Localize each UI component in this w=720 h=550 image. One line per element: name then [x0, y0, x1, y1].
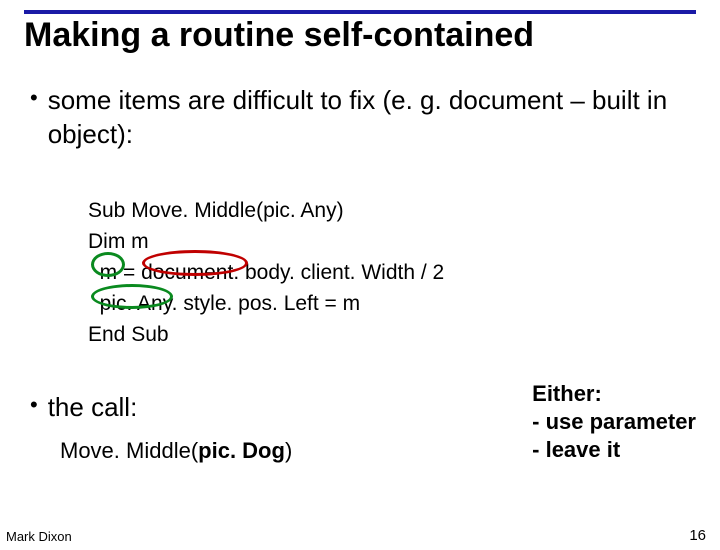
- title-rule: [24, 10, 696, 14]
- code-block: Sub Move. Middle(pic. Any) Dim m m = doc…: [88, 195, 696, 350]
- bullet-list: • some items are difficult to fix (e. g.…: [24, 83, 696, 151]
- code-line-5: End Sub: [88, 319, 696, 350]
- note-line-2: - use parameter: [532, 408, 696, 436]
- note-box: Either: - use parameter - leave it: [532, 380, 696, 464]
- call-arg: pic. Dog: [198, 438, 285, 463]
- slide: Making a routine self-contained • some i…: [0, 10, 720, 550]
- call-suffix: ): [285, 438, 292, 463]
- code-line-3: m = document. body. client. Width / 2: [88, 257, 696, 288]
- call-prefix: Move. Middle(: [60, 438, 198, 463]
- note-line-3: - leave it: [532, 436, 696, 464]
- slide-title: Making a routine self-contained: [24, 16, 696, 55]
- code-line-2: Dim m: [88, 226, 696, 257]
- footer-author: Mark Dixon: [6, 529, 72, 544]
- bullet-1-text: some items are difficult to fix (e. g. d…: [48, 83, 696, 151]
- bullet-dot-icon: •: [30, 83, 38, 151]
- code-line-4: pic. Any. style. pos. Left = m: [88, 288, 696, 319]
- code-line-1: Sub Move. Middle(pic. Any): [88, 195, 696, 226]
- bullet-dot-icon: •: [30, 390, 38, 424]
- note-line-1: Either:: [532, 380, 696, 408]
- bullet-1: • some items are difficult to fix (e. g.…: [30, 83, 696, 151]
- bullet-2-text: the call:: [48, 390, 138, 424]
- footer-page-number: 16: [689, 527, 706, 544]
